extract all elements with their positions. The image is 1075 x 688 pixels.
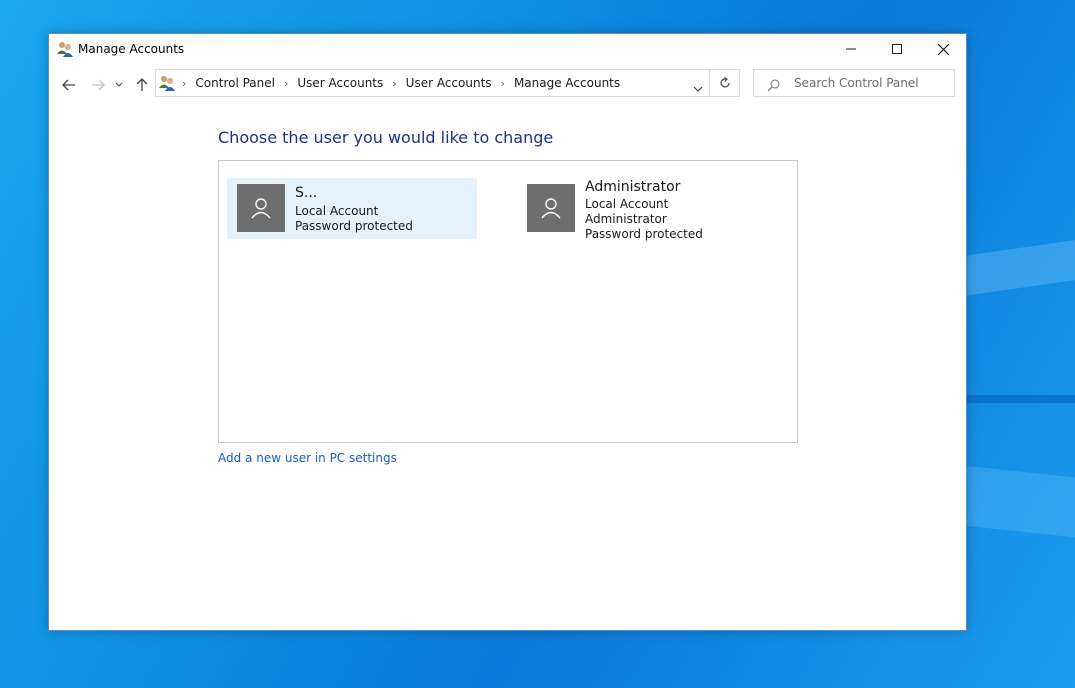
user-avatar-icon (237, 184, 285, 232)
address-bar[interactable]: › Control Panel › User Accounts › User A… (155, 69, 710, 97)
breadcrumb-manage-accounts[interactable]: Manage Accounts (514, 76, 620, 90)
search-icon (767, 77, 780, 96)
accounts-list: S... Local Account Password protected Ad… (218, 160, 798, 443)
search-placeholder: Search Control Panel (794, 76, 919, 90)
account-name: Administrator (585, 179, 681, 195)
account-item-user[interactable]: S... Local Account Password protected (227, 178, 477, 239)
account-item-administrator[interactable]: Administrator Local Account Administrato… (517, 178, 767, 248)
account-role: Administrator (585, 212, 667, 226)
user-avatar-icon (527, 184, 575, 232)
up-button[interactable] (132, 75, 152, 95)
title-bar[interactable]: Manage Accounts (49, 34, 966, 64)
user-accounts-icon (57, 41, 73, 57)
account-name: S... (295, 185, 318, 201)
search-input[interactable]: Search Control Panel (753, 69, 955, 97)
account-type: Local Account (295, 204, 379, 218)
breadcrumb-control-panel[interactable]: Control Panel (195, 76, 275, 90)
page-title: Choose the user you would like to change (218, 128, 554, 147)
refresh-button[interactable] (710, 69, 740, 97)
refresh-icon (719, 77, 730, 88)
manage-accounts-window: Manage Accounts › Control Panel › User A… (48, 33, 967, 631)
breadcrumb: › Control Panel › User Accounts › User A… (182, 76, 621, 90)
recent-locations-chevron-icon[interactable] (112, 75, 126, 95)
close-button[interactable] (920, 34, 966, 64)
account-type: Local Account (585, 197, 669, 211)
minimize-button[interactable] (828, 34, 874, 64)
back-button[interactable] (59, 75, 79, 95)
maximize-button[interactable] (874, 34, 920, 64)
address-dropdown-chevron-down-icon[interactable] (693, 77, 703, 96)
window-title: Manage Accounts (78, 42, 185, 56)
breadcrumb-user-accounts[interactable]: User Accounts (297, 76, 383, 90)
add-new-user-link[interactable]: Add a new user in PC settings (218, 451, 397, 465)
control-panel-icon (159, 75, 175, 91)
breadcrumb-user-accounts-sub[interactable]: User Accounts (406, 76, 492, 90)
forward-button[interactable] (88, 75, 108, 95)
navigation-bar: › Control Panel › User Accounts › User A… (49, 67, 966, 101)
account-status: Password protected (295, 219, 413, 233)
account-status: Password protected (585, 227, 703, 241)
